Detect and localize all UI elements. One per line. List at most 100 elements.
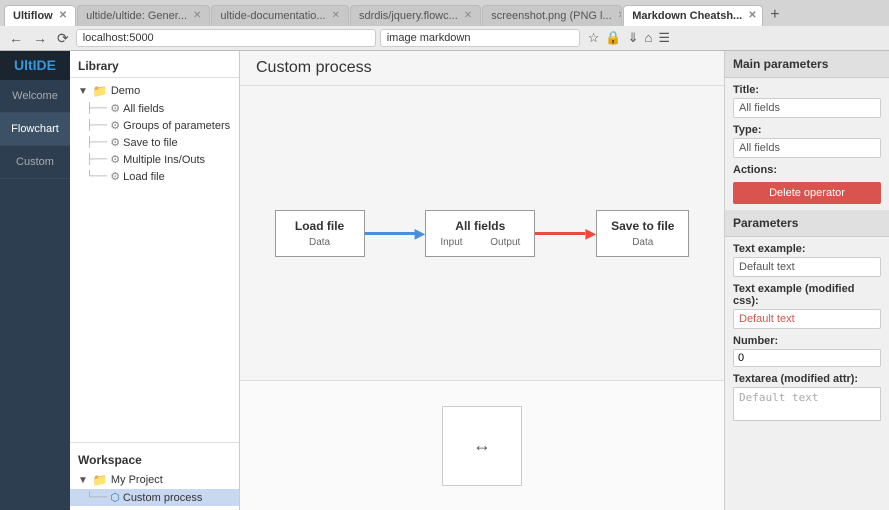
text-example-css-input[interactable]: Default text xyxy=(733,309,881,329)
shield-icon: 🔒 xyxy=(605,30,621,46)
gear-icon: ⚙ xyxy=(110,119,120,132)
sidebar-item-custom[interactable]: Custom xyxy=(0,146,70,179)
arrow-head-right: ▶ xyxy=(585,225,596,242)
tab-label: ultide/ultide: Gener... xyxy=(86,10,187,22)
toolbar-icons: ☆ 🔒 ⇓ ⌂ ☰ xyxy=(588,30,670,46)
bottom-box: ↔ xyxy=(442,406,522,486)
arrow-head-right: ▶ xyxy=(415,225,426,242)
main-canvas: Custom process Load file Data ▶ xyxy=(240,51,724,510)
tree-item-custom-process[interactable]: └── ⬡ Custom process xyxy=(70,489,239,506)
arrow-line xyxy=(365,232,415,235)
close-icon[interactable]: ✕ xyxy=(193,10,201,21)
type-label: Type: xyxy=(733,124,881,136)
tree-item-all-fields[interactable]: ├── ⚙ All fields xyxy=(70,100,239,117)
close-icon[interactable]: ✕ xyxy=(464,10,472,21)
text-example-label: Text example: xyxy=(733,243,881,255)
tab-markdown[interactable]: Markdown Cheatsh... ✕ xyxy=(623,5,763,26)
folder-icon: 📁 xyxy=(93,84,108,98)
node-ports: Input Output xyxy=(440,237,520,248)
connector-icon: ├── xyxy=(86,154,107,165)
library-panel: Library ▼ 📁 Demo ├── ⚙ All fields ├── ⚙ … xyxy=(70,51,240,510)
tab-screenshot[interactable]: screenshot.png (PNG l... ✕ xyxy=(482,5,622,26)
flow-node-save-to-file[interactable]: Save to file Data xyxy=(596,210,689,257)
actions-label: Actions: xyxy=(733,164,881,176)
main-params-section: Main parameters xyxy=(725,51,889,78)
flowchart-area: Load file Data ▶ All fields Input Output xyxy=(240,86,724,380)
add-tab-button[interactable]: + xyxy=(764,4,785,26)
refresh-button[interactable]: ⟳ xyxy=(54,30,72,47)
close-icon[interactable]: ✕ xyxy=(332,10,340,21)
star-icon[interactable]: ☆ xyxy=(588,30,600,46)
text-example-input[interactable]: Default text xyxy=(733,257,881,277)
menu-icon[interactable]: ☰ xyxy=(658,30,670,46)
close-icon[interactable]: ✕ xyxy=(618,10,623,21)
connector-icon: └── xyxy=(86,492,107,503)
tab-label: Markdown Cheatsh... xyxy=(632,10,742,22)
delete-operator-button[interactable]: Delete operator xyxy=(733,182,881,204)
type-input[interactable]: All fields xyxy=(733,138,881,158)
workspace-section: Workspace ▼ 📁 My Project └── ⬡ Custom pr… xyxy=(70,442,239,510)
tree-item-groups[interactable]: ├── ⚙ Groups of parameters xyxy=(70,117,239,134)
title-input[interactable]: All fields xyxy=(733,98,881,118)
tab-documentation[interactable]: ultide-documentatio... ✕ xyxy=(211,5,349,26)
node-port-label: Data xyxy=(611,237,674,248)
library-content: ▼ 📁 Demo ├── ⚙ All fields ├── ⚙ Groups o… xyxy=(70,78,239,442)
tab-ultide[interactable]: ultide/ultide: Gener... ✕ xyxy=(77,5,210,26)
bottom-area: ↔ xyxy=(240,380,724,510)
tab-ultiflow[interactable]: Ultiflow ✕ xyxy=(4,5,76,26)
connector-icon: ├── xyxy=(86,120,107,131)
port-out-label: Output xyxy=(490,237,520,248)
app-sidebar: UltIDE Welcome Flowchart Custom xyxy=(0,51,70,510)
tree-item-load-file[interactable]: └── ⚙ Load file xyxy=(70,168,239,185)
node-title: Save to file xyxy=(611,219,674,233)
sidebar-item-welcome[interactable]: Welcome xyxy=(0,80,70,113)
sidebar-item-flowchart[interactable]: Flowchart xyxy=(0,113,70,146)
resize-icon: ↔ xyxy=(473,435,491,456)
textarea-label: Textarea (modified attr): xyxy=(733,373,881,385)
library-title: Library xyxy=(70,51,239,78)
arrow-blue: ▶ xyxy=(365,225,426,242)
forward-button[interactable]: → xyxy=(30,30,50,46)
tree-item-my-project[interactable]: ▼ 📁 My Project xyxy=(70,471,239,489)
params-section: Parameters xyxy=(725,210,889,237)
node-port-label: Data xyxy=(290,237,350,248)
number-field[interactable] xyxy=(734,350,880,366)
back-button[interactable]: ← xyxy=(6,30,26,46)
close-icon[interactable]: ✕ xyxy=(59,10,67,21)
expand-icon: ▼ xyxy=(78,86,88,97)
gear-icon: ⚙ xyxy=(110,136,120,149)
tree-item-multiple-ins[interactable]: ├── ⚙ Multiple Ins/Outs xyxy=(70,151,239,168)
workspace-title: Workspace xyxy=(70,447,239,471)
arrow-red: ▶ xyxy=(535,225,596,242)
tree-item-save-to-file[interactable]: ├── ⚙ Save to file xyxy=(70,134,239,151)
main-params-content: Title: All fields Type: All fields Actio… xyxy=(725,78,889,210)
address-input[interactable] xyxy=(76,29,376,47)
connector-icon: └── xyxy=(86,171,107,182)
right-panel: Main parameters Title: All fields Type: … xyxy=(724,51,889,510)
connector-icon: ├── xyxy=(86,137,107,148)
params-content: Text example: Default text Text example … xyxy=(725,237,889,430)
node-title: All fields xyxy=(440,219,520,233)
number-input[interactable] xyxy=(733,349,881,367)
tab-label: sdrdis/jquery.flowc... xyxy=(359,10,458,22)
title-label: Title: xyxy=(733,84,881,96)
textarea-input[interactable]: Default text xyxy=(733,387,881,421)
browser-chrome: Ultiflow ✕ ultide/ultide: Gener... ✕ ult… xyxy=(0,0,889,51)
port-in-label: Input xyxy=(440,237,462,248)
canvas-title: Custom process xyxy=(256,59,372,76)
home-icon[interactable]: ⌂ xyxy=(644,30,652,46)
close-icon[interactable]: ✕ xyxy=(748,10,756,21)
tree-item-demo[interactable]: ▼ 📁 Demo xyxy=(70,82,239,100)
process-icon: ⬡ xyxy=(110,491,120,504)
flow-node-load-file[interactable]: Load file Data xyxy=(275,210,365,257)
gear-icon: ⚙ xyxy=(110,153,120,166)
gear-icon: ⚙ xyxy=(110,102,120,115)
search-input[interactable] xyxy=(380,29,580,47)
expand-icon: ▼ xyxy=(78,475,88,486)
flow-node-all-fields[interactable]: All fields Input Output xyxy=(425,210,535,257)
tab-jquery[interactable]: sdrdis/jquery.flowc... ✕ xyxy=(350,5,481,26)
tab-label: screenshot.png (PNG l... xyxy=(491,10,611,22)
download-icon[interactable]: ⇓ xyxy=(628,30,639,46)
flow-nodes: Load file Data ▶ All fields Input Output xyxy=(275,210,690,257)
arrow-line xyxy=(535,232,585,235)
